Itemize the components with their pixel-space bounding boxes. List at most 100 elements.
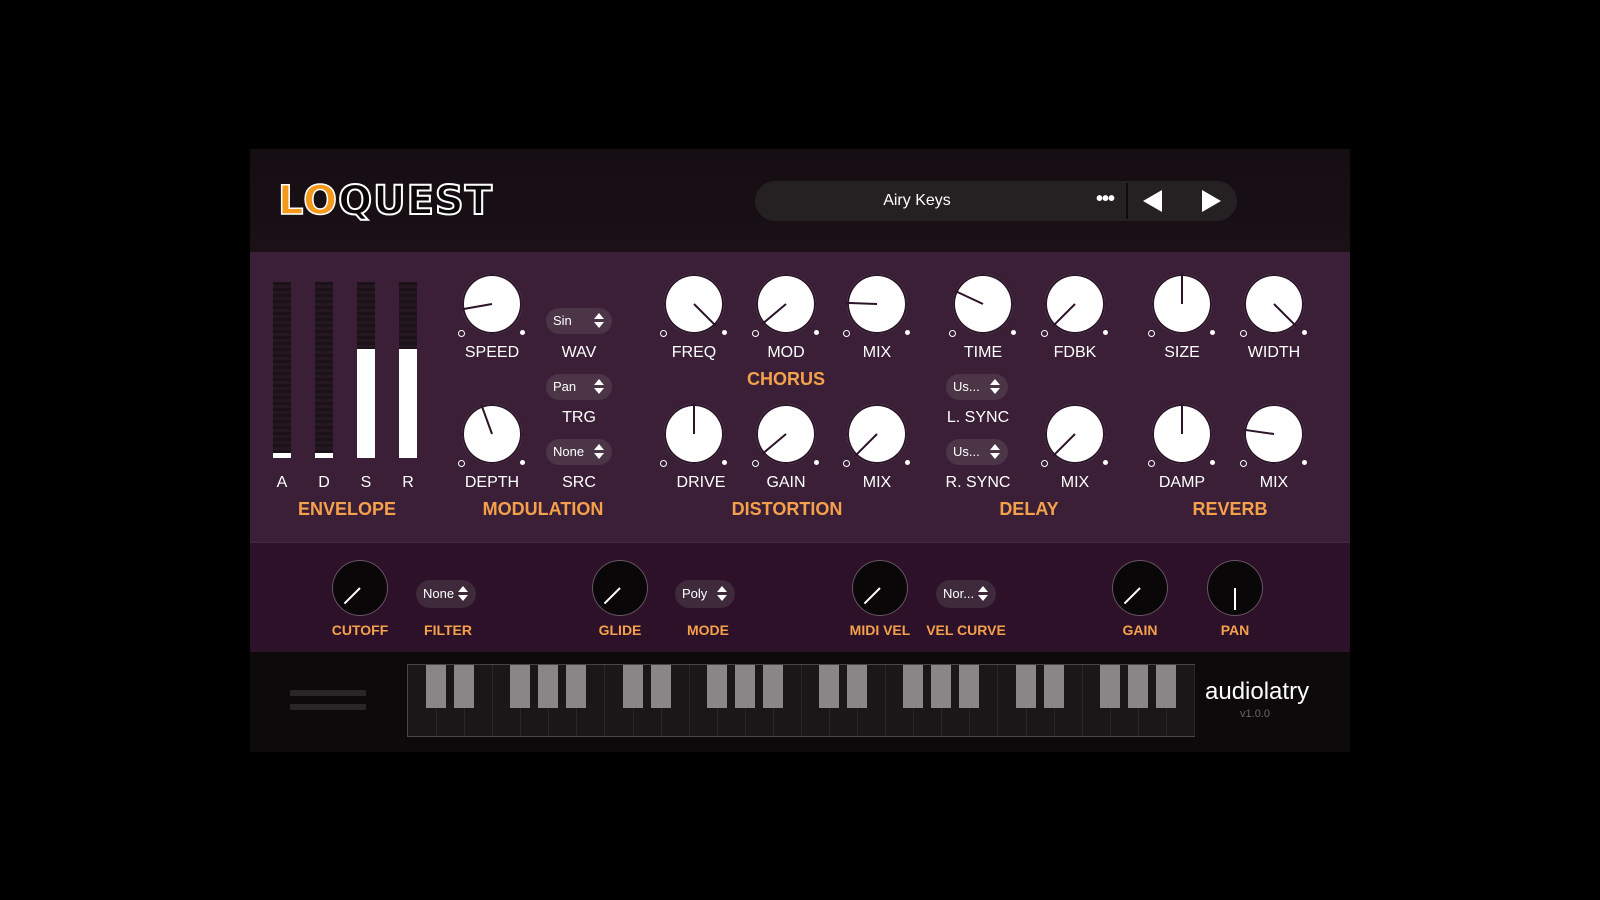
black-key[interactable] xyxy=(1043,665,1064,708)
black-key[interactable] xyxy=(1099,665,1120,708)
release-fader[interactable] xyxy=(399,282,417,458)
up-down-arrows-icon xyxy=(594,444,604,460)
black-key[interactable] xyxy=(959,665,980,708)
left-sync-select[interactable]: Us... xyxy=(946,374,1008,400)
glide-knob[interactable] xyxy=(592,560,648,616)
glide-label: GLIDE xyxy=(598,622,642,638)
attack-fader[interactable] xyxy=(273,282,291,458)
reverb-damp-label: DAMP xyxy=(1158,474,1206,491)
black-key[interactable] xyxy=(426,665,447,708)
up-down-arrows-icon xyxy=(458,586,468,602)
black-key[interactable] xyxy=(931,665,952,708)
filter-label: FILTER xyxy=(424,622,472,638)
plugin-window: LOQUEST Airy Keys ••• A D S R ENVELOPE S… xyxy=(250,149,1350,752)
reverb-mix-knob[interactable] xyxy=(1240,404,1307,467)
black-key[interactable] xyxy=(819,665,840,708)
trg-select[interactable]: Pan xyxy=(546,374,612,400)
midi-velocity-knob[interactable] xyxy=(852,560,908,616)
black-key[interactable] xyxy=(1127,665,1148,708)
chorus-mix-label: MIX xyxy=(862,344,892,361)
preset-menu-icon[interactable]: ••• xyxy=(1090,181,1120,221)
black-key[interactable] xyxy=(706,665,727,708)
previous-preset-icon[interactable] xyxy=(1143,190,1162,212)
depth-label: DEPTH xyxy=(464,474,520,491)
black-key[interactable] xyxy=(1015,665,1036,708)
effects-panel: A D S R ENVELOPE SPEED DEPTH Sin WAV Pan… xyxy=(250,252,1350,542)
black-key[interactable] xyxy=(762,665,783,708)
right-sync-select[interactable]: Us... xyxy=(946,439,1008,465)
sustain-fader[interactable] xyxy=(357,282,375,458)
trg-label: TRG xyxy=(562,409,596,426)
black-key[interactable] xyxy=(622,665,643,708)
mode-select[interactable]: Poly xyxy=(675,580,735,608)
black-key[interactable] xyxy=(1155,665,1176,708)
sustain-label: S xyxy=(360,474,372,491)
cutoff-label: CUTOFF xyxy=(331,622,389,638)
reverb-title: REVERB xyxy=(1192,499,1268,519)
up-down-arrows-icon xyxy=(717,586,727,602)
velocity-curve-label: VEL CURVE xyxy=(926,622,1006,638)
distortion-gain-knob[interactable] xyxy=(752,404,819,467)
up-down-arrows-icon xyxy=(990,379,1000,395)
drive-knob[interactable] xyxy=(660,403,727,467)
src-select[interactable]: None xyxy=(546,439,612,465)
up-down-arrows-icon xyxy=(594,379,604,395)
filter-select[interactable]: None xyxy=(416,580,476,608)
piano-keyboard[interactable] xyxy=(407,664,1195,737)
output-gain-knob[interactable] xyxy=(1112,560,1168,616)
black-key[interactable] xyxy=(510,665,531,708)
black-key[interactable] xyxy=(847,665,868,708)
distortion-gain-label: GAIN xyxy=(766,474,806,491)
distortion-mix-label: MIX xyxy=(862,474,892,491)
left-sync-label: L. SYNC xyxy=(946,409,1010,426)
reverb-size-knob[interactable] xyxy=(1148,273,1215,337)
modulation-title: MODULATION xyxy=(482,499,604,519)
delay-mix-label: MIX xyxy=(1060,474,1090,491)
next-preset-icon[interactable] xyxy=(1202,190,1221,212)
cutoff-knob[interactable] xyxy=(332,560,388,616)
chorus-freq-label: FREQ xyxy=(671,344,717,361)
delay-fdbk-label: FDBK xyxy=(1053,344,1097,361)
reverb-width-knob[interactable] xyxy=(1240,274,1307,337)
chorus-mix-knob[interactable] xyxy=(843,274,910,337)
chorus-mod-label: MOD xyxy=(767,344,805,361)
src-label: SRC xyxy=(562,474,596,491)
delay-title: DELAY xyxy=(999,499,1059,519)
distortion-title: DISTORTION xyxy=(731,499,843,519)
attack-label: A xyxy=(276,474,288,491)
chorus-freq-knob[interactable] xyxy=(660,274,727,337)
menu-icon[interactable] xyxy=(290,690,366,714)
reverb-size-label: SIZE xyxy=(1164,344,1200,361)
black-key[interactable] xyxy=(566,665,587,708)
black-key[interactable] xyxy=(454,665,475,708)
up-down-arrows-icon xyxy=(594,313,604,329)
output-gain-label: GAIN xyxy=(1122,622,1158,638)
decay-label: D xyxy=(318,474,330,491)
reverb-damp-knob[interactable] xyxy=(1148,403,1215,467)
black-key[interactable] xyxy=(734,665,755,708)
black-key[interactable] xyxy=(903,665,924,708)
delay-fdbk-knob[interactable] xyxy=(1041,274,1108,337)
preset-bar: Airy Keys ••• xyxy=(755,181,1237,221)
pan-knob[interactable] xyxy=(1207,560,1263,616)
speed-knob[interactable] xyxy=(458,274,525,337)
black-key[interactable] xyxy=(650,665,671,708)
midi-velocity-label: MIDI VEL xyxy=(849,622,911,638)
chorus-mod-knob[interactable] xyxy=(752,274,819,337)
preset-name[interactable]: Airy Keys xyxy=(755,181,1079,221)
header: LOQUEST Airy Keys ••• xyxy=(250,149,1350,252)
reverb-width-label: WIDTH xyxy=(1247,344,1301,361)
up-down-arrows-icon xyxy=(978,586,988,602)
footer: audiolatry v1.0.0 xyxy=(250,652,1350,752)
decay-fader[interactable] xyxy=(315,282,333,458)
logo: LOQUEST xyxy=(277,178,493,224)
black-key[interactable] xyxy=(538,665,559,708)
wav-select[interactable]: Sin xyxy=(546,308,612,334)
distortion-mix-knob[interactable] xyxy=(843,404,910,467)
mode-label: MODE xyxy=(687,622,729,638)
velocity-curve-select[interactable]: Nor... xyxy=(936,580,996,608)
delay-mix-knob[interactable] xyxy=(1041,404,1108,467)
depth-knob[interactable] xyxy=(458,404,525,467)
reverb-mix-label: MIX xyxy=(1259,474,1289,491)
delay-time-knob[interactable] xyxy=(949,274,1016,337)
